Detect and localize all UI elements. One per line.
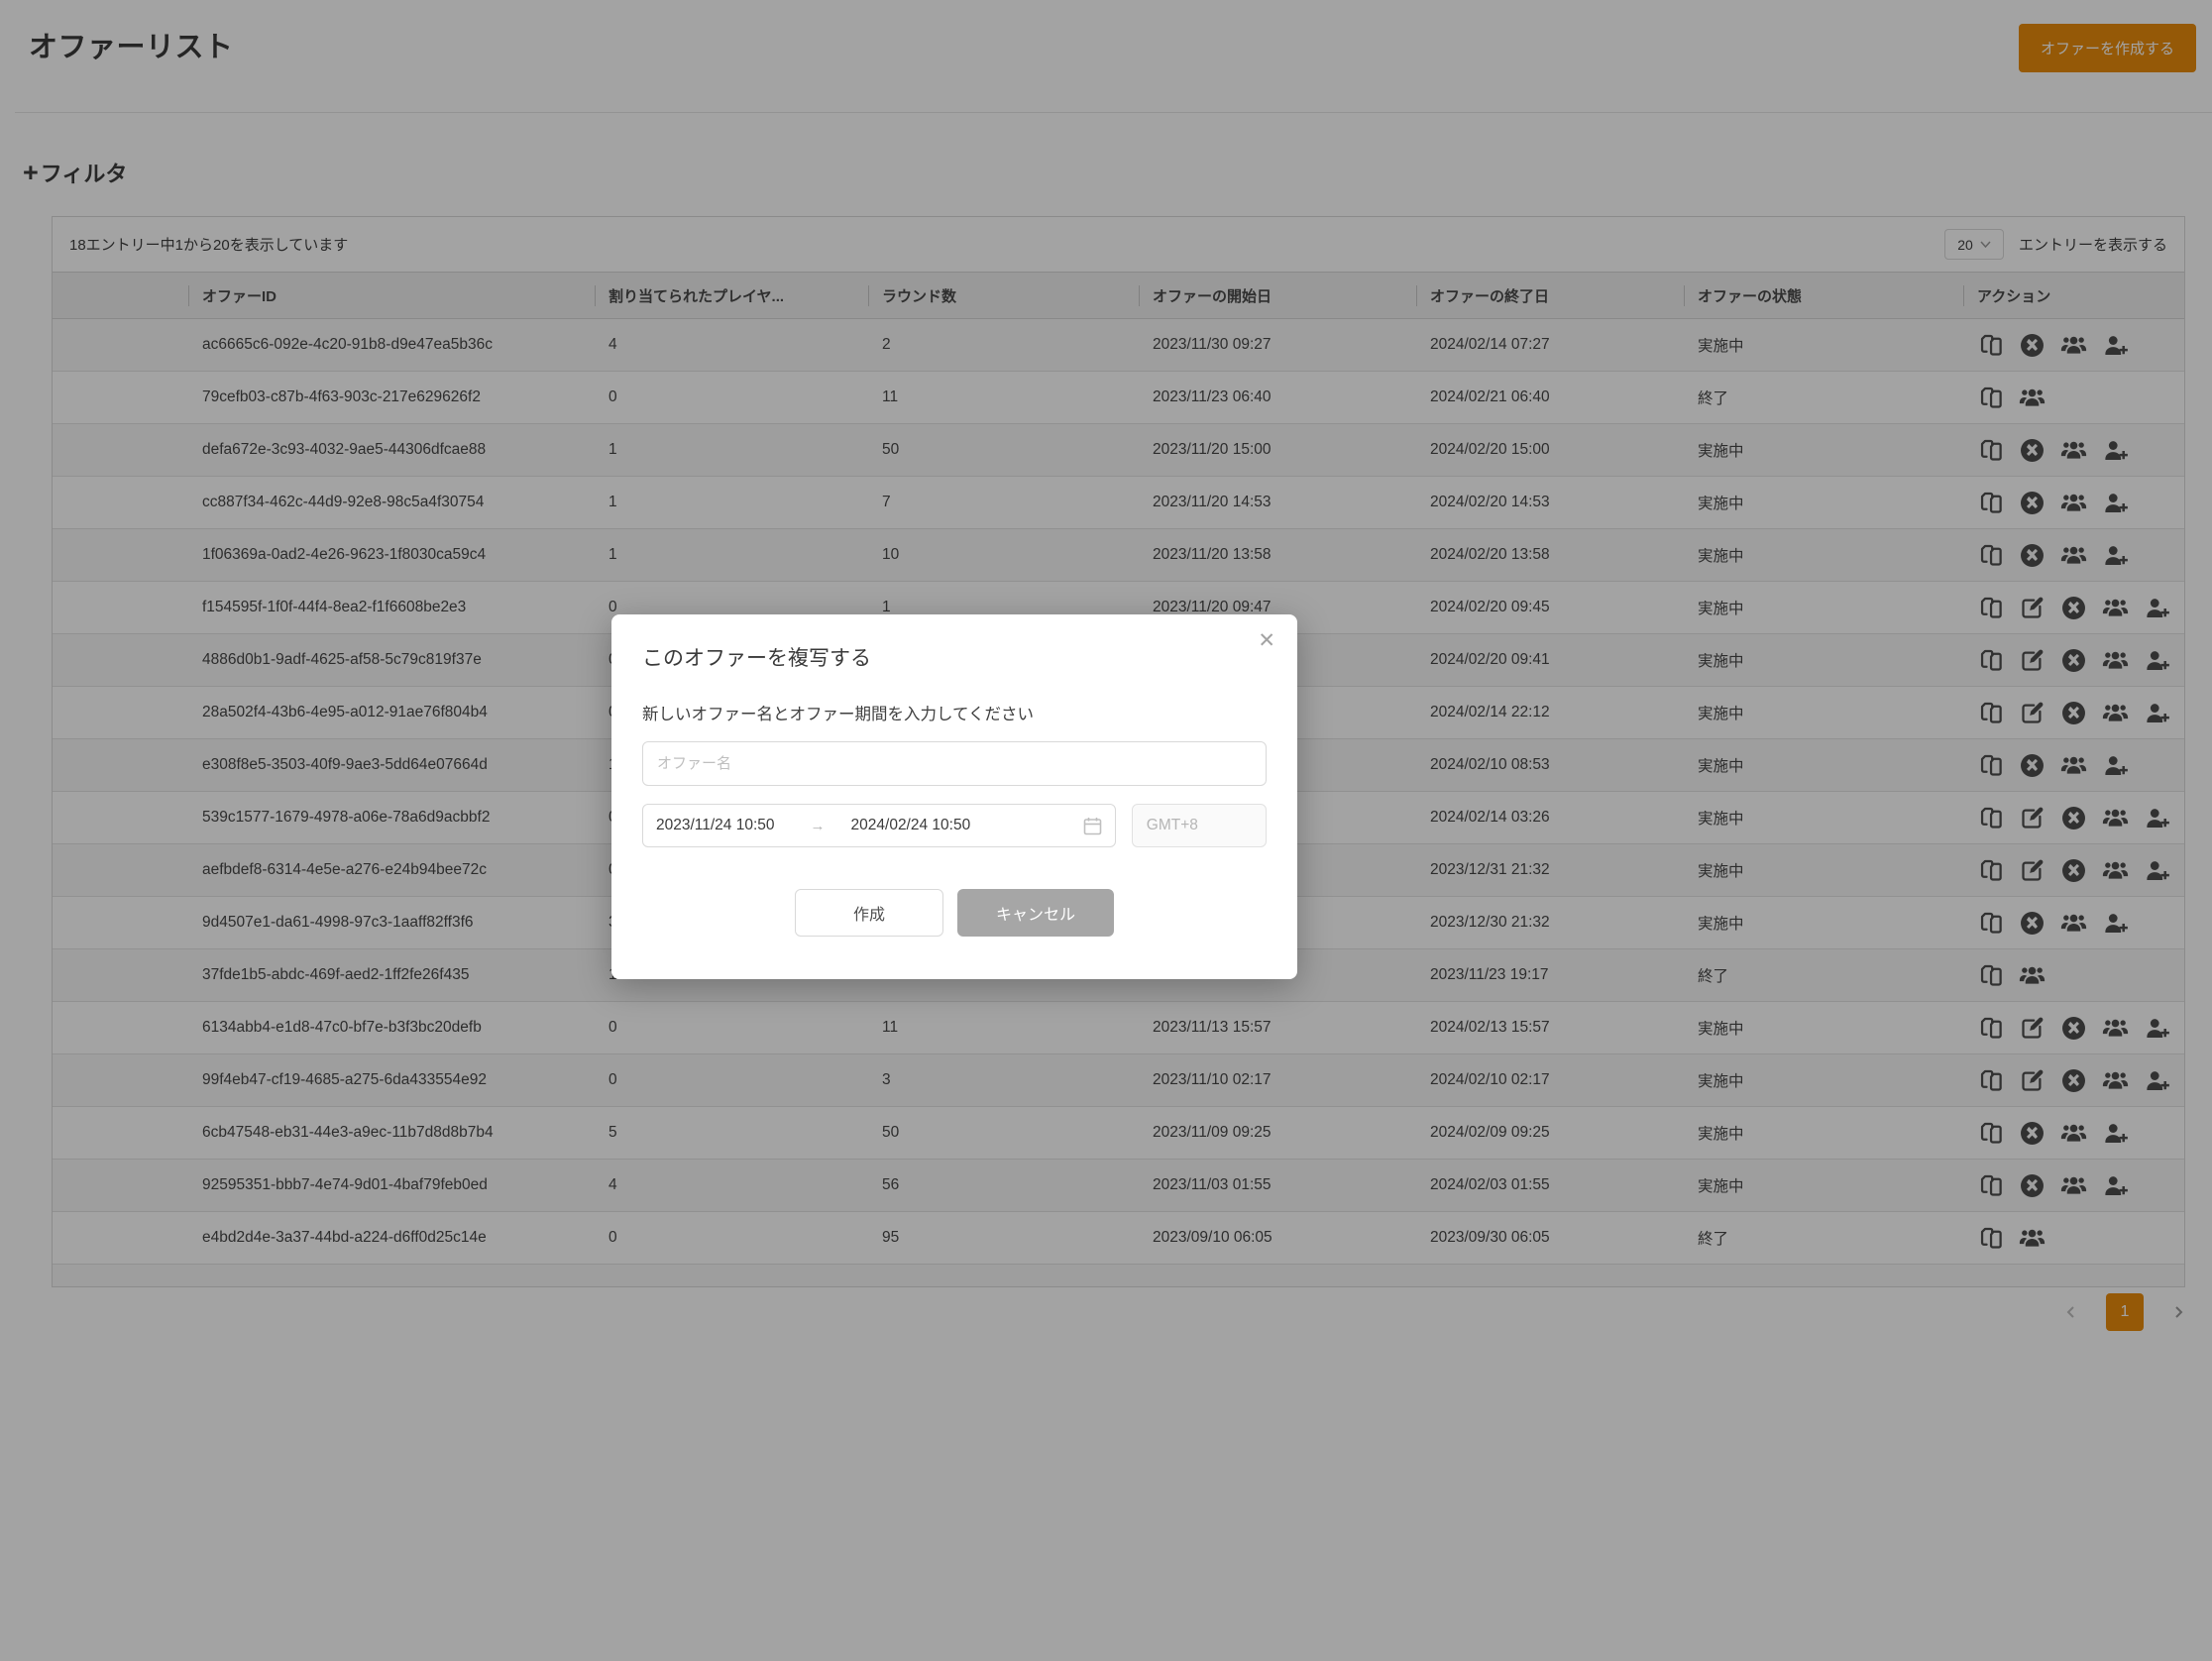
calendar-icon bbox=[1083, 817, 1102, 834]
cancel-button[interactable]: キャンセル bbox=[957, 889, 1114, 937]
modal-actions: 作成 キャンセル bbox=[642, 889, 1267, 937]
close-icon[interactable]: ✕ bbox=[1258, 630, 1275, 651]
start-date-value: 2023/11/24 10:50 bbox=[656, 817, 775, 833]
create-button[interactable]: 作成 bbox=[795, 889, 943, 937]
modal-description: 新しいオファー名とオファー期間を入力してください bbox=[642, 706, 1035, 723]
end-date-value: 2024/02/24 10:50 bbox=[850, 817, 971, 833]
offer-name-input[interactable] bbox=[642, 741, 1267, 786]
duplicate-offer-modal: ✕ このオファーを複写する 新しいオファー名とオファー期間を入力してください 2… bbox=[611, 614, 1297, 979]
range-arrow-icon: → bbox=[810, 817, 826, 834]
timezone-field[interactable]: GMT+8 bbox=[1131, 804, 1267, 847]
date-range-picker[interactable]: 2023/11/24 10:50 → 2024/02/24 10:50 bbox=[642, 804, 1116, 847]
modal-title: このオファーを複写する bbox=[642, 647, 871, 670]
offer-period-row: 2023/11/24 10:50 → 2024/02/24 10:50 GMT+… bbox=[642, 804, 1267, 847]
